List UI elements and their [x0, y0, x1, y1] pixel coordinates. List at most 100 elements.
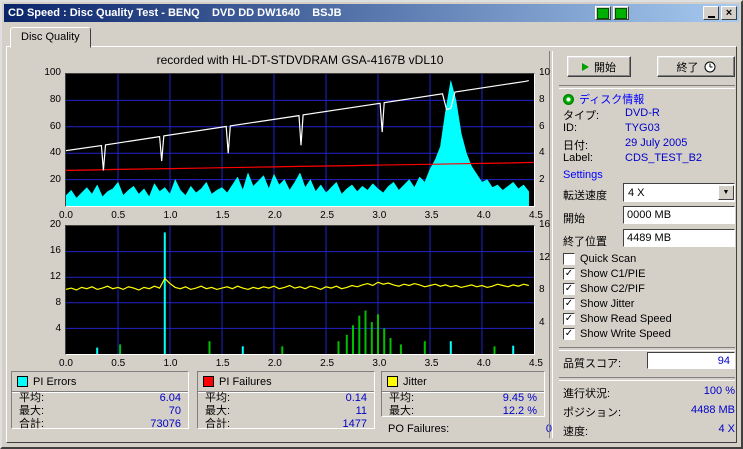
- checkbox-show-c1-pie[interactable]: ✓ Show C1/PIE: [563, 268, 645, 280]
- axis-tick-label: 3.5: [421, 210, 443, 221]
- checkbox-icon: ✓: [563, 283, 575, 295]
- disc-info-label: タイプ:: [563, 110, 599, 122]
- axis-tick-label: 60: [35, 121, 61, 132]
- stat-value: 11: [356, 405, 367, 418]
- exit-button-label: 終了: [677, 59, 699, 75]
- disc-info-label: Label:: [563, 152, 593, 164]
- titlebar-tool-button-2[interactable]: [613, 6, 629, 20]
- axis-tick-label: 4: [539, 147, 561, 158]
- checkbox-label: Show Jitter: [580, 298, 634, 310]
- pi-errors-panel: PI Errors 平均: 6.04 最大: 70 合計: 73076: [11, 371, 189, 429]
- clock-icon: [704, 61, 716, 73]
- bottom-chart-plot: [66, 226, 534, 354]
- checkbox-show-write-speed[interactable]: ✓ Show Write Speed: [563, 328, 671, 340]
- stat-value: 73076: [150, 418, 181, 431]
- po-failures-label: PO Failures:: [388, 423, 449, 435]
- stat-row: 合計: 73076: [12, 418, 188, 431]
- settings-title: Settings: [563, 169, 603, 181]
- pi-failures-panel: PI Failures 平均: 0.14 最大: 11 合計: 1477: [197, 371, 375, 429]
- green-tool-icon: [615, 8, 627, 19]
- axis-tick-label: 3.0: [368, 358, 390, 369]
- stat-label: 最大:: [19, 405, 44, 418]
- axis-tick-label: 1.0: [159, 358, 181, 369]
- recorded-note: recorded with HL-DT-STDVDRAM GSA-4167B v…: [65, 53, 535, 67]
- end-position-label: 終了位置: [563, 233, 607, 249]
- minimize-icon: [708, 16, 715, 18]
- quality-score-value: 94: [718, 355, 730, 367]
- axis-tick-label: 2.5: [316, 358, 338, 369]
- axis-tick-label: 0.5: [107, 358, 129, 369]
- disc-info-label: ID:: [563, 122, 577, 134]
- transfer-speed-select[interactable]: 4 X ▼: [623, 183, 735, 202]
- start-button[interactable]: 開始: [567, 56, 631, 77]
- checkbox-show-read-speed[interactable]: ✓ Show Read Speed: [563, 313, 672, 325]
- progress-label: 進行状況:: [563, 385, 610, 401]
- disc-info-label: 日付:: [563, 140, 588, 152]
- axis-tick-label: 16: [539, 219, 561, 230]
- pi-failures-header: PI Failures: [198, 372, 374, 392]
- titlebar-tool-button-1[interactable]: [595, 6, 611, 20]
- stat-label: 平均:: [389, 392, 414, 405]
- disc-info-title: ディスク情報: [579, 91, 644, 107]
- pi-failures-legend-swatch: [203, 376, 214, 387]
- titlebar-buttons: ×: [595, 6, 737, 20]
- axis-tick-label: 4.0: [473, 358, 495, 369]
- position-label: ポジション:: [563, 404, 621, 420]
- axis-tick-label: 8: [539, 284, 561, 295]
- checkbox-quick-scan[interactable]: Quick Scan: [563, 253, 636, 265]
- checkbox-show-jitter[interactable]: ✓ Show Jitter: [563, 298, 634, 310]
- titlebar-spacer: [631, 6, 701, 20]
- axis-tick-label: 2: [539, 174, 561, 185]
- axis-tick-label: 40: [35, 147, 61, 158]
- transfer-speed-value: 4 X: [624, 187, 645, 199]
- axis-tick-label: 4: [35, 323, 61, 334]
- progress-row: 進行状況: 100 %: [563, 385, 735, 401]
- close-button[interactable]: ×: [721, 6, 737, 20]
- stat-row: 平均: 9.45 %: [382, 392, 544, 405]
- top-chart-frame: [65, 73, 535, 207]
- position-row: ポジション: 4488 MB: [563, 404, 735, 420]
- axis-tick-label: 0.0: [55, 358, 77, 369]
- pi-failures-title: PI Failures: [219, 376, 272, 388]
- start-position-input[interactable]: 0000 MB: [623, 206, 735, 224]
- exit-button[interactable]: 終了: [657, 56, 735, 77]
- window-title: CD Speed : Disc Quality Test - BENQ DVD …: [4, 7, 342, 19]
- start-button-label: 開始: [594, 59, 616, 75]
- checkbox-label: Show Read Speed: [580, 313, 672, 325]
- checkbox-show-c2-pif[interactable]: ✓ Show C2/PIF: [563, 283, 645, 295]
- green-tool-icon: [597, 8, 609, 19]
- end-position-input[interactable]: 4489 MB: [623, 229, 735, 247]
- stat-value: 1477: [343, 418, 367, 431]
- stat-label: 最大:: [205, 405, 230, 418]
- jitter-legend-swatch: [387, 376, 398, 387]
- top-chart-plot: [66, 74, 534, 206]
- axis-tick-label: 0.5: [107, 210, 129, 221]
- stat-row: 最大: 11: [198, 405, 374, 418]
- stat-row: 最大: 70: [12, 405, 188, 418]
- transfer-speed-label: 転送速度: [563, 187, 607, 203]
- separator: [559, 85, 735, 89]
- disc-info-value: DVD-R: [625, 107, 660, 119]
- disc-icon: [563, 94, 574, 105]
- axis-tick-label: 1.5: [212, 358, 234, 369]
- jitter-panel: Jitter 平均: 9.45 % 最大: 12.2 %: [381, 371, 545, 417]
- stat-row: 最大: 12.2 %: [382, 405, 544, 418]
- title-bar: CD Speed : Disc Quality Test - BENQ DVD …: [4, 4, 739, 22]
- progress-value: 100 %: [704, 385, 735, 401]
- checkbox-label: Show Write Speed: [580, 328, 671, 340]
- axis-tick-label: 80: [35, 94, 61, 105]
- stat-value: 0.14: [346, 392, 367, 405]
- checkbox-icon: [563, 253, 575, 265]
- tab-disc-quality[interactable]: Disc Quality: [10, 27, 91, 48]
- disc-info-header: ディスク情報: [563, 91, 644, 107]
- pi-errors-legend-swatch: [17, 376, 28, 387]
- separator: [559, 347, 735, 351]
- separator: [559, 377, 735, 381]
- checkbox-label: Show C1/PIE: [580, 268, 645, 280]
- disc-info-value: TYG03: [625, 122, 660, 134]
- axis-tick-label: 2.5: [316, 210, 338, 221]
- dropdown-arrow-icon[interactable]: ▼: [718, 185, 734, 200]
- axis-tick-label: 20: [35, 174, 61, 185]
- minimize-button[interactable]: [703, 6, 719, 20]
- axis-tick-label: 2.0: [264, 358, 286, 369]
